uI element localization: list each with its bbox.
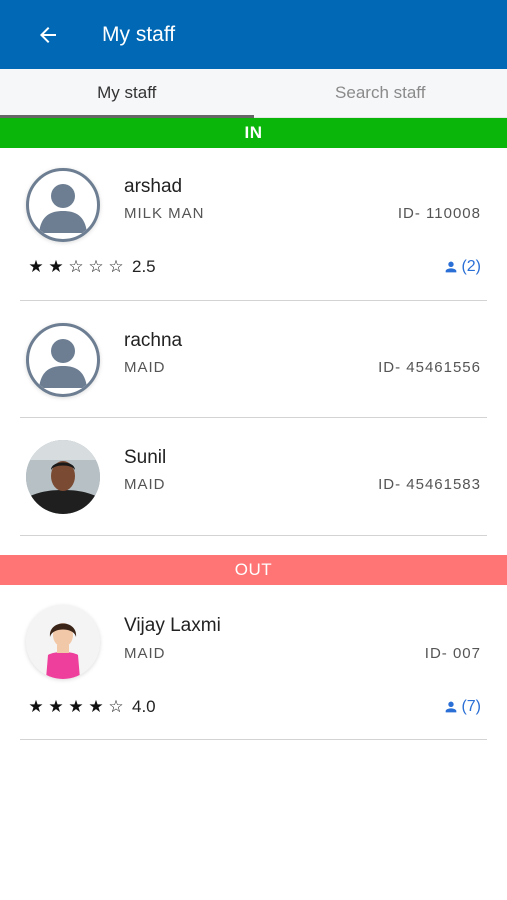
person-icon <box>446 261 457 273</box>
star-filled-icon: ★ <box>88 697 104 716</box>
avatar <box>26 323 100 397</box>
star-outline-icon: ☆ <box>88 257 104 276</box>
star-rating: ★ ★ ★ ★ ☆ 4.0 <box>28 697 156 717</box>
person-photo-icon <box>26 605 100 679</box>
visitor-count-link[interactable]: (2) <box>443 258 481 276</box>
staff-name: rachna <box>124 330 183 351</box>
avatar-photo <box>26 605 100 679</box>
default-person-icon <box>39 184 87 233</box>
page-title: My staff <box>102 22 176 46</box>
in-section-header: IN <box>0 118 507 148</box>
avatar-photo <box>26 440 100 514</box>
arrow-left-icon <box>40 26 56 43</box>
star-filled-icon: ★ <box>28 257 44 276</box>
staff-role: MAID <box>124 359 166 376</box>
rating-value: 4.0 <box>132 697 156 716</box>
star-filled-icon: ★ <box>28 697 44 716</box>
visitor-count-link[interactable]: (7) <box>443 698 481 716</box>
staff-card-arshad[interactable]: arshad MILK MAN ID- 110008 ★ ★ ☆ ☆ ☆ 2.5… <box>0 148 507 301</box>
staff-name: Sunil <box>124 447 167 468</box>
staff-id: ID- 007 <box>424 645 481 662</box>
staff-role: MILK MAN <box>124 205 205 222</box>
divider <box>20 535 487 536</box>
avatar <box>26 168 100 242</box>
star-outline-icon: ☆ <box>108 257 124 276</box>
staff-card-vijay-laxmi[interactable]: Vijay Laxmi MAID ID- 007 ★ ★ ★ ★ ☆ 4.0 (… <box>0 585 507 740</box>
visitor-count: (2) <box>461 258 481 275</box>
star-filled-icon: ★ <box>68 697 84 716</box>
staff-name: Vijay Laxmi <box>124 615 221 636</box>
visitor-count: (7) <box>461 698 481 715</box>
default-person-icon <box>39 339 87 388</box>
person-icon <box>446 701 457 713</box>
person-photo-icon <box>26 440 100 514</box>
star-filled-icon: ★ <box>48 697 64 716</box>
star-filled-icon: ★ <box>48 257 64 276</box>
staff-name: arshad <box>124 176 183 197</box>
back-button[interactable] <box>28 15 68 55</box>
staff-card-sunil[interactable]: Sunil MAID ID- 45461583 <box>0 418 507 536</box>
star-outline-icon: ☆ <box>108 697 124 716</box>
divider <box>20 739 487 740</box>
app-bar: My staff <box>0 0 507 69</box>
staff-id: ID- 45461583 <box>378 476 481 493</box>
star-rating: ★ ★ ☆ ☆ ☆ 2.5 <box>28 257 156 277</box>
staff-role: MAID <box>124 476 166 493</box>
tab-search-staff[interactable]: Search staff <box>254 69 507 117</box>
staff-card-rachna[interactable]: rachna MAID ID- 45461556 <box>0 301 507 418</box>
out-section-header: OUT <box>0 555 507 585</box>
star-outline-icon: ☆ <box>68 257 84 276</box>
rating-value: 2.5 <box>132 257 156 276</box>
staff-role: MAID <box>124 645 166 662</box>
tab-bar: My staff Search staff <box>0 69 507 118</box>
tab-my-staff[interactable]: My staff <box>0 69 254 118</box>
staff-id: ID- 45461556 <box>378 359 481 376</box>
staff-id: ID- 110008 <box>397 205 481 222</box>
